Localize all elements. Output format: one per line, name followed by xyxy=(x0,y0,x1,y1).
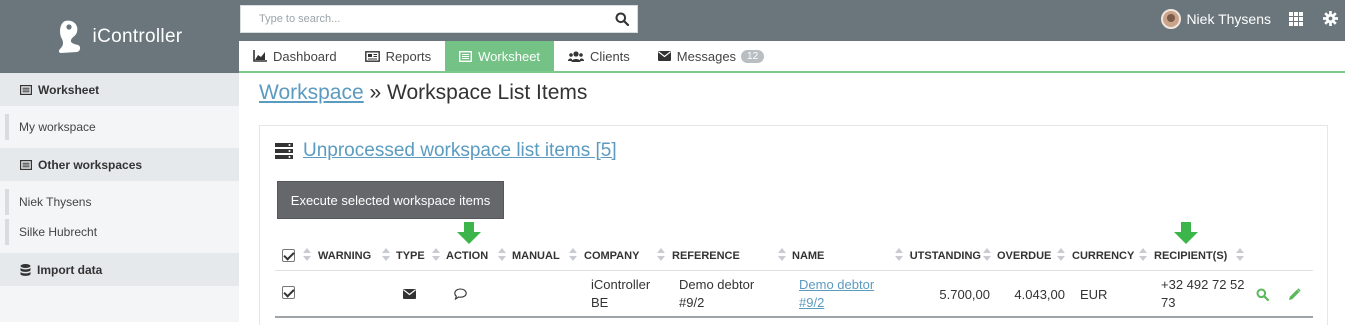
column-header-company[interactable]: COMPANY xyxy=(584,243,639,268)
list-alt-icon xyxy=(20,159,32,170)
sidebar-item-niek-thysens[interactable]: Niek Thysens xyxy=(5,189,239,215)
tab-label: Reports xyxy=(385,48,432,64)
newspaper-icon xyxy=(364,50,380,62)
sort-icon[interactable] xyxy=(778,248,786,262)
sidebar-item-my-workspace[interactable]: My workspace xyxy=(5,114,239,140)
tab-dashboard[interactable]: Dashboard xyxy=(239,41,351,71)
sidebar-header-other-workspaces: Other workspaces xyxy=(0,148,239,181)
avatar xyxy=(1161,9,1182,29)
tab-label: Messages xyxy=(676,48,737,64)
execute-selected-button[interactable]: Execute selected workspace items xyxy=(277,181,504,219)
sort-icon[interactable] xyxy=(432,248,440,262)
select-all-checkbox-cell xyxy=(282,243,295,268)
tab-label: Dashboard xyxy=(273,48,337,64)
arrow-down-icon xyxy=(457,222,481,244)
recipients-cell: +32 492 72 52 73 xyxy=(1161,277,1245,310)
column-header-warning[interactable]: WARNING xyxy=(318,243,371,268)
tab-messages[interactable]: Messages 12 xyxy=(644,41,778,71)
logo-icon xyxy=(58,20,80,53)
sidebar: Worksheet My workspace Other workspaces … xyxy=(0,73,239,322)
sort-icon[interactable] xyxy=(983,248,991,262)
column-header-manual[interactable]: MANUAL xyxy=(512,243,560,268)
comment-icon xyxy=(454,288,467,300)
breadcrumb-workspace-link[interactable]: Workspace xyxy=(259,81,364,104)
area-chart-icon xyxy=(253,50,267,62)
brand[interactable]: iController xyxy=(0,0,239,73)
messages-count-badge: 12 xyxy=(741,49,765,63)
brand-name: iController xyxy=(92,25,183,47)
tab-label: Clients xyxy=(590,48,630,64)
gear-icon[interactable] xyxy=(1323,11,1338,26)
tab-label: Worksheet xyxy=(478,48,541,64)
sidebar-item-label: Silke Hubrecht xyxy=(19,225,98,239)
column-header-reference[interactable]: REFERENCE xyxy=(672,243,740,268)
sidebar-header-import-data[interactable]: Import data xyxy=(0,253,239,286)
envelope-icon xyxy=(403,289,416,299)
sort-icon[interactable] xyxy=(1139,248,1147,262)
column-header-name[interactable]: NAME xyxy=(792,243,824,268)
search-input[interactable] xyxy=(241,6,607,32)
list-alt-icon xyxy=(20,84,32,95)
sort-icon[interactable] xyxy=(303,248,311,262)
debtor-name-link[interactable]: Demo debtor #9/2 xyxy=(799,277,874,310)
breadcrumb: Workspace » Workspace List Items xyxy=(259,81,587,105)
envelope-icon xyxy=(657,51,671,61)
users-icon xyxy=(568,50,585,62)
table-header: WARNING TYPE ACTION MANUAL COMPANY REFER… xyxy=(275,243,1313,268)
column-header-currency[interactable]: CURRENCY xyxy=(1072,243,1134,268)
sidebar-item-label: Niek Thysens xyxy=(19,195,92,209)
sort-icon[interactable] xyxy=(382,248,390,262)
pencil-icon[interactable] xyxy=(1288,288,1301,301)
server-icon xyxy=(275,143,293,159)
name-cell: Demo debtor #9/2 xyxy=(799,276,899,312)
outstanding-cell: 5.700,00 xyxy=(939,287,990,302)
sort-icon[interactable] xyxy=(657,248,665,262)
column-header-outstanding[interactable]: OUTSTANDING xyxy=(909,243,981,268)
breadcrumb-separator: » xyxy=(369,81,382,104)
panel-title: Unprocessed workspace list items [5] xyxy=(275,140,617,162)
database-icon xyxy=(20,263,31,276)
row-checkbox[interactable] xyxy=(282,286,295,299)
main-nav: Dashboard Reports Worksheet Clients Mess… xyxy=(239,41,1345,73)
list-alt-icon xyxy=(459,50,473,62)
user-name: Niek Thysens xyxy=(1186,11,1271,27)
overdue-cell: 4.043,00 xyxy=(1014,287,1065,302)
page-title: Workspace List Items xyxy=(387,81,588,104)
panel-title-link[interactable]: Unprocessed workspace list items [5] xyxy=(303,140,617,162)
column-header-action[interactable]: ACTION xyxy=(446,243,488,268)
search-bar xyxy=(240,5,638,33)
currency-cell: EUR xyxy=(1080,287,1108,302)
table-row[interactable]: iController BE Demo debtor #9/2 Demo deb… xyxy=(275,270,1313,318)
company-cell: iController BE xyxy=(591,277,651,310)
user-menu[interactable]: Niek Thysens xyxy=(1161,9,1271,29)
column-header-overdue[interactable]: OVERDUE xyxy=(997,243,1051,268)
tab-clients[interactable]: Clients xyxy=(554,41,644,71)
sort-icon[interactable] xyxy=(1057,248,1065,262)
sidebar-header-label: Worksheet xyxy=(38,82,100,97)
workspace-items-panel: Unprocessed workspace list items [5] Exe… xyxy=(259,125,1328,325)
search-icon[interactable] xyxy=(1256,288,1269,301)
sidebar-header-label: Import data xyxy=(37,262,103,277)
sort-icon[interactable] xyxy=(498,248,506,262)
tab-reports[interactable]: Reports xyxy=(351,41,446,71)
sort-icon[interactable] xyxy=(1236,248,1244,262)
main-content: Workspace » Workspace List Items Unproce… xyxy=(259,73,1329,325)
sidebar-header-worksheet: Worksheet xyxy=(0,73,239,106)
column-header-type[interactable]: TYPE xyxy=(396,243,425,268)
select-all-checkbox[interactable] xyxy=(282,249,295,262)
sidebar-item-label: My workspace xyxy=(19,120,96,134)
apps-grid-icon[interactable] xyxy=(1289,12,1303,26)
tab-worksheet[interactable]: Worksheet xyxy=(445,41,555,71)
row-checkbox-cell xyxy=(282,286,295,299)
sort-icon[interactable] xyxy=(569,248,577,262)
reference-cell: Demo debtor #9/2 xyxy=(679,277,755,310)
sort-icon[interactable] xyxy=(895,248,903,262)
sidebar-header-label: Other workspaces xyxy=(38,157,143,172)
column-header-recipients[interactable]: RECIPIENT(S) xyxy=(1154,243,1227,268)
arrow-down-icon xyxy=(1174,222,1198,244)
search-icon[interactable] xyxy=(607,12,637,26)
sidebar-item-silke-hubrecht[interactable]: Silke Hubrecht xyxy=(5,219,239,245)
